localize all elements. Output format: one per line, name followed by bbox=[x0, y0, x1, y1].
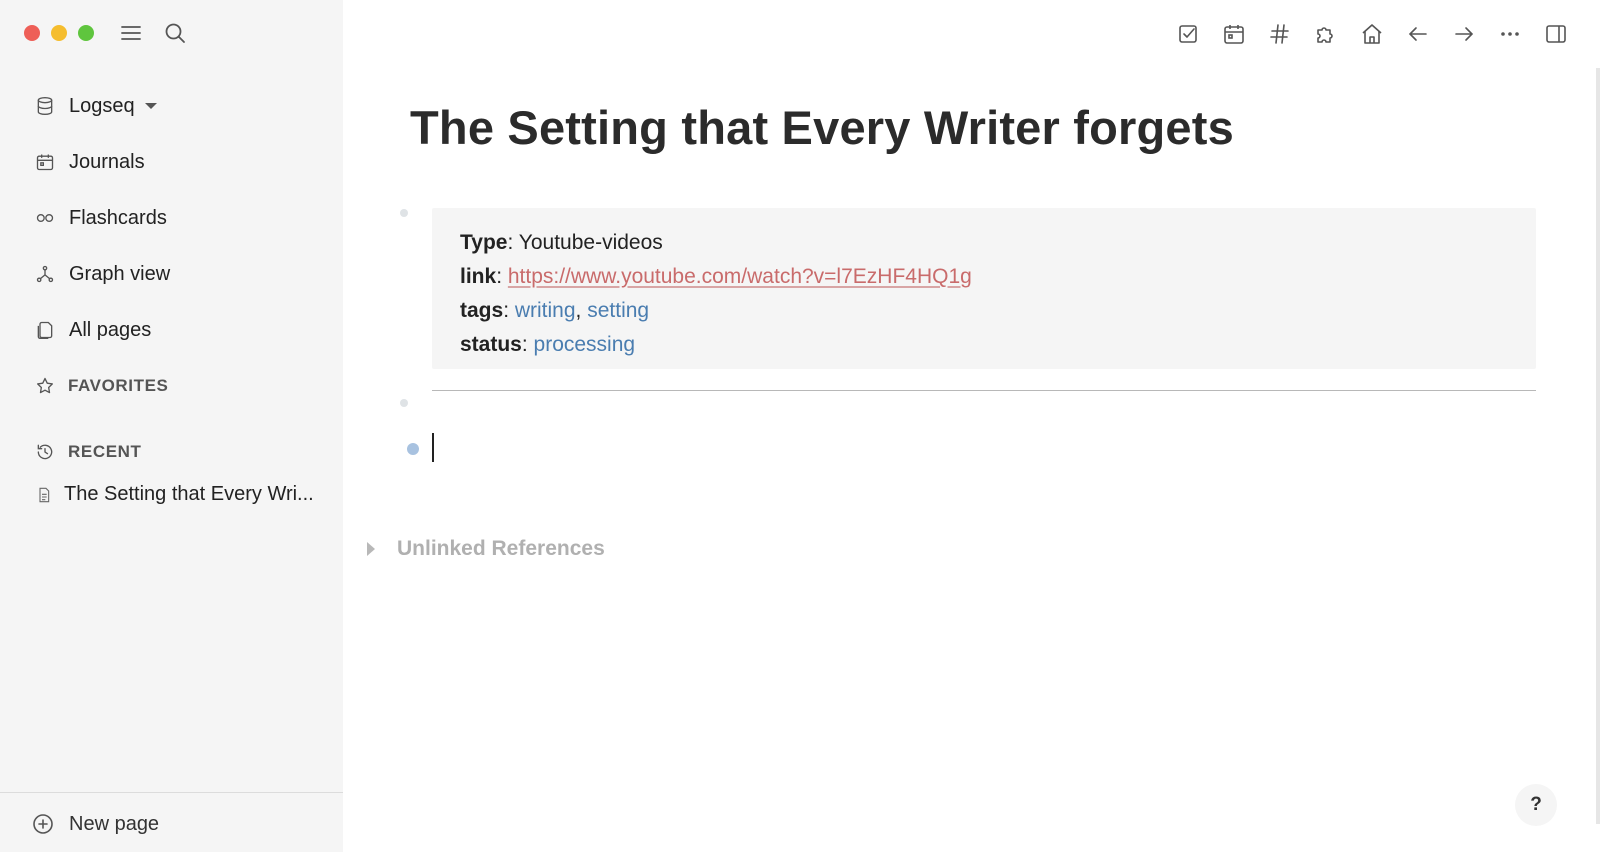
block-bullet[interactable] bbox=[400, 399, 408, 407]
tag-setting[interactable]: setting bbox=[587, 299, 649, 322]
database-icon bbox=[34, 95, 56, 117]
youtube-link[interactable]: https://www.youtube.com/watch?v=l7EzHF4H… bbox=[508, 265, 972, 288]
active-block-bullet[interactable] bbox=[407, 443, 419, 455]
document-icon bbox=[36, 486, 54, 504]
properties-block[interactable]: Type: Youtube-videos link: https://www.y… bbox=[432, 208, 1536, 369]
chevron-right-icon bbox=[367, 542, 375, 556]
main-content: The Setting that Every Writer forgets Ty… bbox=[343, 0, 1600, 852]
new-page-label: New page bbox=[69, 812, 160, 835]
chevron-down-icon[interactable] bbox=[144, 103, 157, 109]
pages-icon bbox=[34, 319, 56, 341]
sidebar-item-logseq[interactable]: Logseq bbox=[24, 78, 324, 134]
horizontal-divider bbox=[432, 390, 1536, 391]
block-bullet[interactable] bbox=[400, 209, 408, 217]
text-cursor[interactable] bbox=[432, 433, 434, 462]
property-link: link: https://www.youtube.com/watch?v=l7… bbox=[460, 265, 972, 288]
sidebar-item-label: Graph view bbox=[69, 262, 171, 285]
sidebar-item-label: Flashcards bbox=[69, 206, 167, 229]
recent-page-title: The Setting that Every Wri... bbox=[64, 483, 314, 505]
sidebar-item-flashcards[interactable]: Flashcards bbox=[24, 190, 324, 246]
sidebar-item-graph-view[interactable]: Graph view bbox=[24, 246, 324, 302]
unlinked-references-toggle[interactable]: Unlinked References bbox=[367, 537, 605, 561]
unlinked-references-label: Unlinked References bbox=[397, 537, 605, 560]
favorites-section-header[interactable]: FAVORITES bbox=[34, 375, 169, 397]
new-page-button[interactable]: New page bbox=[31, 811, 159, 837]
plus-circle-icon bbox=[31, 811, 57, 837]
property-key: Type bbox=[460, 231, 508, 254]
property-status: status: processing bbox=[460, 333, 636, 356]
tag-writing[interactable]: writing bbox=[515, 299, 576, 322]
property-key: status bbox=[460, 333, 522, 356]
recent-label: RECENT bbox=[68, 442, 142, 461]
page-title[interactable]: The Setting that Every Writer forgets bbox=[410, 100, 1234, 155]
window-controls bbox=[24, 25, 94, 41]
history-icon bbox=[34, 441, 56, 463]
status-value[interactable]: processing bbox=[534, 333, 636, 356]
close-window-button[interactable] bbox=[24, 25, 40, 41]
infinity-icon bbox=[34, 207, 56, 229]
property-key: tags bbox=[460, 299, 504, 322]
menu-icon[interactable] bbox=[116, 18, 146, 48]
recent-page-item[interactable]: The Setting that Every Wri... bbox=[36, 483, 314, 506]
recent-section-header[interactable]: RECENT bbox=[34, 441, 142, 463]
help-button[interactable]: ? bbox=[1515, 784, 1557, 826]
property-type: Type: Youtube-videos bbox=[460, 231, 663, 254]
sidebar-item-label: Logseq bbox=[69, 94, 135, 117]
sidebar-item-label: All pages bbox=[69, 318, 152, 341]
calendar-icon bbox=[34, 151, 56, 173]
search-icon[interactable] bbox=[160, 18, 190, 48]
graph-icon bbox=[34, 263, 56, 285]
property-key: link bbox=[460, 265, 497, 288]
maximize-window-button[interactable] bbox=[78, 25, 94, 41]
minimize-window-button[interactable] bbox=[51, 25, 67, 41]
left-sidebar: Logseq Journals Flashcards Graph view Al… bbox=[0, 0, 343, 852]
sidebar-footer: New page bbox=[0, 792, 343, 852]
sidebar-item-label: Journals bbox=[69, 150, 145, 173]
scrollbar[interactable] bbox=[1596, 68, 1600, 824]
sidebar-item-journals[interactable]: Journals bbox=[24, 134, 324, 190]
property-tags: tags: writing, setting bbox=[460, 299, 650, 322]
property-value: Youtube-videos bbox=[518, 231, 663, 254]
sidebar-item-all-pages[interactable]: All pages bbox=[24, 302, 324, 358]
favorites-label: FAVORITES bbox=[68, 376, 169, 395]
star-icon bbox=[34, 375, 56, 397]
sidebar-nav: Logseq Journals Flashcards Graph view Al… bbox=[24, 78, 324, 358]
